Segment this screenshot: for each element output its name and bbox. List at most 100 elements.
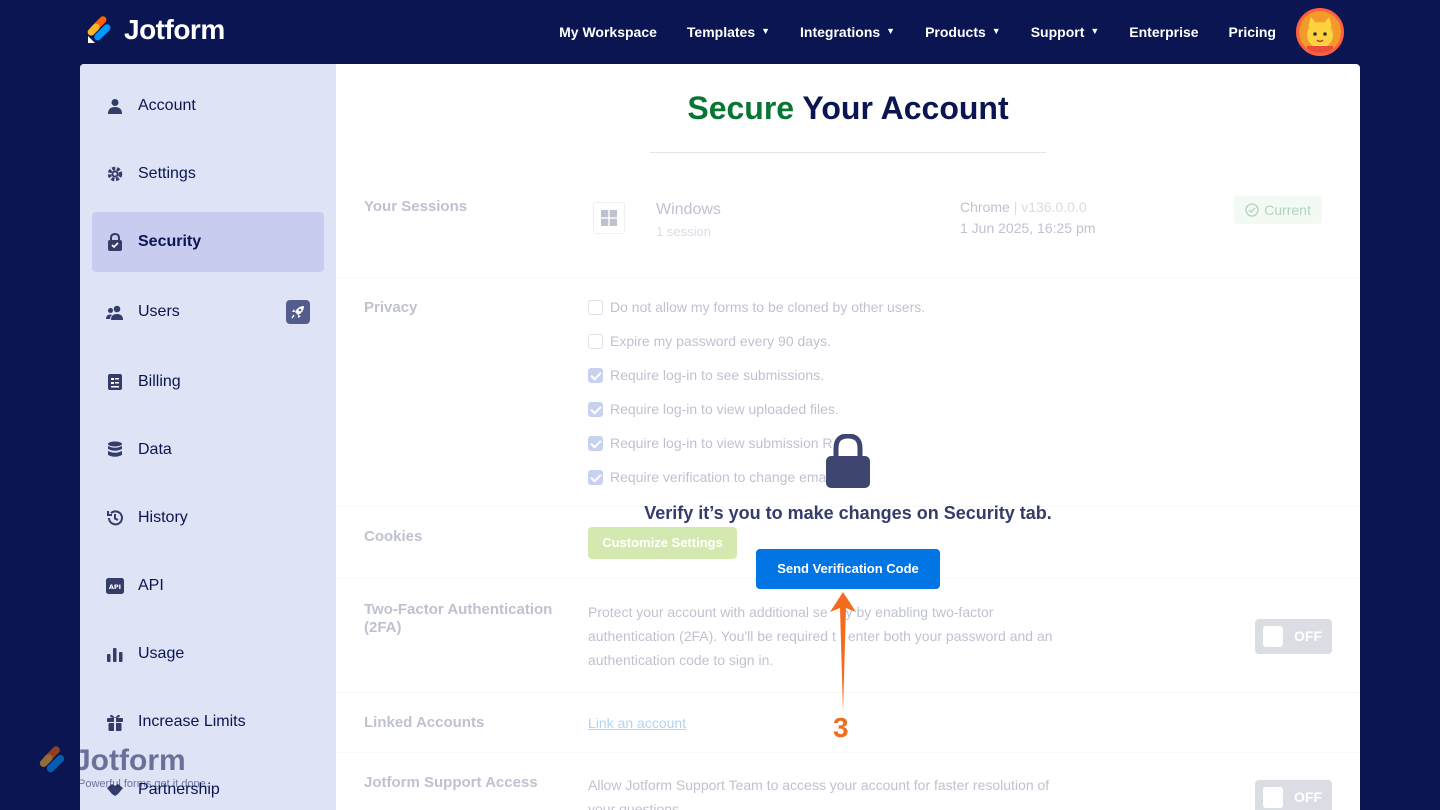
sidebar-item-settings[interactable]: Settings <box>92 144 324 204</box>
link-account-link[interactable]: Link an account <box>588 715 686 731</box>
browser-version: v136.0.0.0 <box>1021 199 1087 215</box>
title-divider <box>650 152 1046 153</box>
sidebar-item-label: Security <box>138 233 202 250</box>
jotform-logo[interactable]: Jotform <box>86 14 225 46</box>
privacy-checkbox-5[interactable] <box>588 436 603 451</box>
windows-icon <box>593 202 625 234</box>
browser-name: Chrome <box>960 199 1010 215</box>
users-icon <box>106 303 124 321</box>
desc-text: authentication (2FA). You'll be required… <box>588 628 836 644</box>
sidebar-item-label: Users <box>138 303 180 320</box>
top-navbar: Jotform My Workspace Templates ▼ Integrat… <box>0 0 1440 64</box>
sidebar-item-account[interactable]: Account <box>92 76 324 136</box>
nav-integrations[interactable]: Integrations ▼ <box>800 24 895 40</box>
privacy-label: Privacy <box>364 299 418 316</box>
svg-text:API: API <box>109 583 121 591</box>
sidebar-item-label: Billing <box>138 373 181 390</box>
title-rest: Your Account <box>802 90 1009 126</box>
twofa-toggle[interactable]: OFF <box>1255 619 1332 654</box>
sidebar-item-label: Increase Limits <box>138 713 246 730</box>
privacy-option-label: Require log-in to view submission R <box>610 435 833 451</box>
current-label: Current <box>1264 202 1311 218</box>
linked-accounts-label: Linked Accounts <box>364 714 485 731</box>
watermark-brand: Jotform <box>74 744 186 777</box>
sidebar-item-security[interactable]: Security <box>92 212 324 272</box>
nav-my-workspace[interactable]: My Workspace <box>559 24 657 40</box>
privacy-option-label: Expire my password every 90 days. <box>610 333 831 349</box>
nav-label: My Workspace <box>559 24 657 40</box>
sidebar-item-api[interactable]: API API <box>92 556 324 616</box>
step-number: 3 <box>833 712 849 743</box>
cookies-label: Cookies <box>364 528 423 545</box>
sidebar-item-billing[interactable]: Billing <box>92 352 324 412</box>
toggle-label: OFF <box>1294 789 1322 805</box>
sidebar-item-label: Data <box>138 441 172 458</box>
toggle-label: OFF <box>1294 628 1322 644</box>
nav-enterprise[interactable]: Enterprise <box>1129 24 1198 40</box>
brand-name: Jotform <box>124 14 225 45</box>
sidebar-item-usage[interactable]: Usage <box>92 624 324 684</box>
desc-text: enter both your password and an <box>847 628 1053 644</box>
main-nav: My Workspace Templates ▼ Integrations ▼ Pr… <box>559 0 1276 64</box>
support-access-toggle[interactable]: OFF <box>1255 780 1332 810</box>
user-icon <box>106 97 124 115</box>
sidebar-item-label: Settings <box>138 165 196 182</box>
toggle-knob <box>1263 626 1283 647</box>
jotform-logo-icon <box>87 16 111 43</box>
session-count: 1 session <box>656 224 711 239</box>
gift-icon <box>106 713 124 731</box>
version-separator: | <box>1013 199 1018 215</box>
api-icon: API <box>106 577 124 595</box>
nav-label: Integrations <box>800 24 881 40</box>
privacy-checkbox-3[interactable] <box>588 368 603 383</box>
jotform-watermark: Jotform Powerful forms get it done. <box>38 744 209 790</box>
nav-label: Templates <box>686 24 756 40</box>
sidebar-item-label: API <box>138 577 164 594</box>
session-os: Windows <box>656 201 721 218</box>
nav-products[interactable]: Products ▼ <box>925 24 1001 40</box>
nav-label: Products <box>925 24 986 40</box>
sidebar: Account Settings Security Users Billing … <box>80 64 336 810</box>
twofa-label-line2: (2FA) <box>364 619 402 636</box>
twofa-desc-line2: authentication (2FA). You'll be required… <box>588 628 1053 644</box>
chevron-down-icon: ▼ <box>886 26 896 36</box>
privacy-option-label: Require log-in to view uploaded files. <box>610 401 839 417</box>
sidebar-item-increase-limits[interactable]: Increase Limits <box>92 692 324 752</box>
sidebar-item-users[interactable]: Users <box>92 282 324 342</box>
gear-icon <box>106 165 124 183</box>
sessions-label: Your Sessions <box>364 198 468 215</box>
desc-text: Protect your account with additional se <box>588 604 828 620</box>
jotform-watermark-icon <box>39 746 65 773</box>
privacy-checkbox-2[interactable] <box>588 334 603 349</box>
watermark-tagline: Powerful forms get it done. <box>78 778 209 790</box>
nav-pricing[interactable]: Pricing <box>1229 24 1276 40</box>
annotation-arrow <box>830 592 856 712</box>
support-access-label: Jotform Support Access <box>364 774 538 791</box>
nav-support[interactable]: Support ▼ <box>1031 24 1100 40</box>
send-verification-code-button[interactable]: Send Verification Code <box>756 549 940 589</box>
database-icon <box>106 441 124 459</box>
privacy-checkbox-6[interactable] <box>588 470 603 485</box>
privacy-checkbox-1[interactable] <box>588 300 603 315</box>
shield-lock-icon <box>106 233 124 251</box>
privacy-checkbox-4[interactable] <box>588 402 603 417</box>
check-circle-icon <box>1245 203 1259 217</box>
nav-templates[interactable]: Templates ▼ <box>687 24 770 40</box>
user-avatar[interactable] <box>1296 8 1344 56</box>
rocket-icon <box>286 300 310 324</box>
privacy-option-label: Do not allow my forms to be cloned by ot… <box>610 299 926 315</box>
page-title: Secure Your Account <box>336 90 1360 127</box>
nav-label: Pricing <box>1228 24 1276 40</box>
desc-text: ty by enabling two-factor <box>841 604 994 620</box>
session-time: 1 Jun 2025, 16:25 pm <box>960 220 1096 236</box>
current-session-badge: Current <box>1234 196 1322 224</box>
twofa-desc-line3: authentication code to sign in. <box>588 652 774 668</box>
toggle-knob <box>1263 787 1283 808</box>
sidebar-item-data[interactable]: Data <box>92 420 324 480</box>
session-browser: Chrome | v136.0.0.0 <box>960 199 1087 215</box>
sidebar-item-history[interactable]: History <box>92 488 324 548</box>
settings-card: Account Settings Security Users Billing … <box>80 64 1360 810</box>
sidebar-item-label: Account <box>138 97 196 114</box>
customize-settings-button[interactable]: Customize Settings <box>588 527 737 559</box>
sidebar-item-label: History <box>138 509 188 526</box>
